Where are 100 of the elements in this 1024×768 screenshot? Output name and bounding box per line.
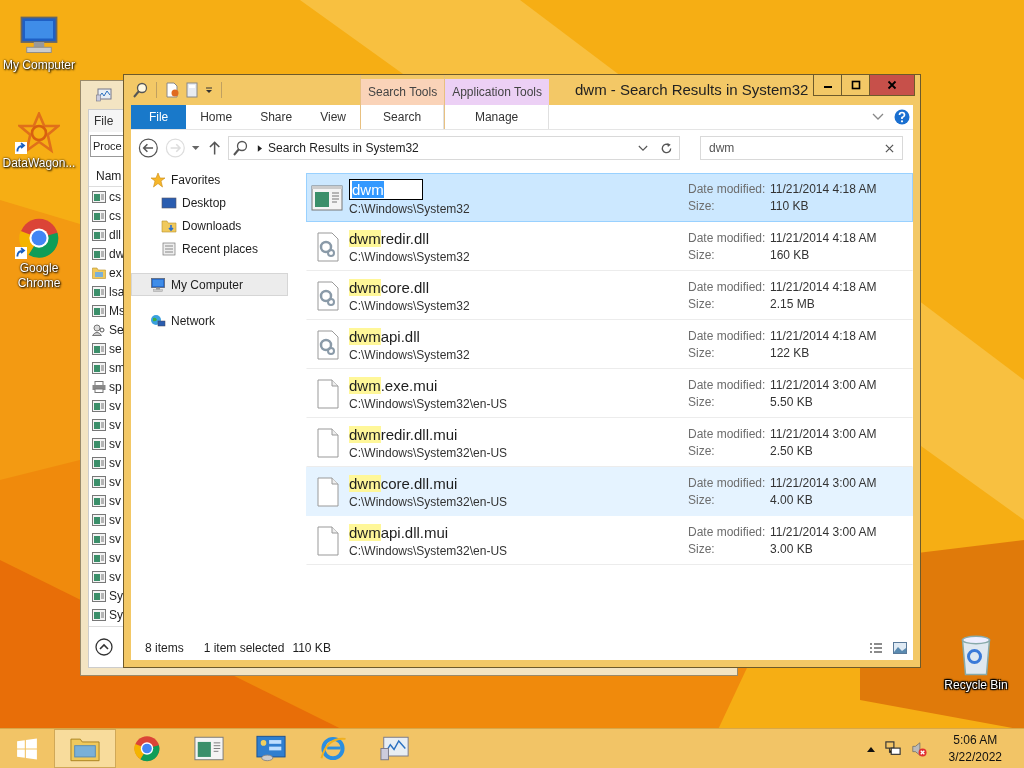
selection-info: 1 item selected bbox=[203, 641, 285, 655]
collapse-icon[interactable] bbox=[95, 638, 113, 656]
column-header[interactable]: Nam bbox=[89, 166, 122, 187]
window-icon bbox=[92, 608, 106, 621]
process-name[interactable]: sp bbox=[109, 379, 122, 394]
file-name[interactable]: dwmcore.dll bbox=[349, 277, 430, 297]
caret-icon[interactable] bbox=[204, 85, 214, 95]
file-path: C:\Windows\System32\en-US bbox=[349, 494, 509, 510]
file-name[interactable]: dwmredir.dll bbox=[349, 228, 430, 248]
process-name[interactable]: se bbox=[109, 341, 122, 356]
file-name[interactable]: dwmredir.dll.mui bbox=[349, 424, 458, 444]
date-label: Date modified: bbox=[688, 476, 767, 490]
ribbon-tab[interactable]: View bbox=[306, 105, 360, 129]
date-value: 11/21/2014 4:18 AM bbox=[770, 280, 878, 294]
dropdown[interactable]: Proce bbox=[90, 135, 123, 157]
clear-icon[interactable] bbox=[885, 143, 894, 153]
browser-icon[interactable] bbox=[18, 217, 60, 259]
ribbon-tab[interactable]: Share bbox=[246, 105, 307, 129]
process-name[interactable]: sv bbox=[109, 417, 121, 432]
file-tab[interactable]: File bbox=[131, 105, 187, 129]
caret-icon[interactable] bbox=[191, 143, 201, 153]
ribbon-tab[interactable]: Manage bbox=[445, 105, 548, 129]
file-row[interactable]: dwmapi.dll C:\Windows\System32 Date modified: 11/21/2014 4:18 AM Size: 122 KB bbox=[306, 320, 913, 369]
speaker-muted-icon[interactable] bbox=[910, 740, 927, 757]
window-icon bbox=[92, 494, 106, 507]
file-name[interactable]: dwmcore.dll.mui bbox=[349, 473, 458, 493]
date-value: 11/21/2014 4:18 AM bbox=[770, 231, 878, 245]
file-name[interactable]: dwm.exe.mui bbox=[349, 375, 438, 395]
clock-time[interactable]: 5:06 AM bbox=[953, 731, 998, 749]
size-value: 4.00 KB bbox=[770, 493, 814, 507]
network-icon[interactable] bbox=[884, 740, 901, 757]
details-view-icon[interactable] bbox=[869, 642, 883, 654]
chevron-down-icon[interactable] bbox=[872, 113, 884, 121]
size-value: 110 KB bbox=[770, 199, 810, 213]
process-name[interactable]: Se bbox=[109, 322, 124, 337]
star-emblem-icon[interactable] bbox=[18, 112, 60, 154]
size-label: Size: bbox=[688, 395, 716, 409]
file-row[interactable]: dwmcore.dll C:\Windows\System32 Date modified: 11/21/2014 4:18 AM Size: 2.15 MB bbox=[306, 271, 913, 320]
help-icon[interactable] bbox=[894, 109, 910, 125]
address-bar[interactable]: Search Results in System32 bbox=[228, 136, 680, 160]
show-hidden-icon[interactable] bbox=[866, 745, 875, 752]
process-name[interactable]: sv bbox=[109, 512, 121, 527]
close-button[interactable] bbox=[869, 75, 915, 96]
file-path: C:\Windows\System32 bbox=[349, 201, 471, 217]
process-name[interactable]: Sy bbox=[109, 588, 123, 603]
nav-item[interactable]: My Computer bbox=[131, 273, 288, 296]
forward-icon bbox=[164, 137, 186, 159]
process-name[interactable]: sv bbox=[109, 531, 121, 546]
process-name[interactable]: cs bbox=[109, 189, 121, 204]
process-name[interactable]: sv bbox=[109, 474, 121, 489]
up-arrow-icon[interactable] bbox=[208, 140, 220, 156]
refresh-icon[interactable] bbox=[660, 141, 673, 155]
process-name[interactable]: cs bbox=[109, 208, 121, 223]
file-row[interactable]: dwm.exe.mui C:\Windows\System32\en-US Date modified: 11/21/2014 3:00 AM Size: 5.50 KB bbox=[306, 369, 913, 418]
process-name[interactable]: dll bbox=[109, 227, 121, 242]
nav-item[interactable]: Downloads bbox=[131, 214, 288, 237]
document-check-icon[interactable] bbox=[164, 82, 180, 98]
minimize-button[interactable] bbox=[813, 75, 842, 96]
process-name[interactable]: sv bbox=[109, 550, 121, 565]
file-name[interactable]: dwmapi.dll.mui bbox=[349, 522, 449, 542]
back-icon[interactable] bbox=[138, 137, 159, 159]
file-path: C:\Windows\System32\en-US bbox=[349, 396, 509, 412]
nav-item[interactable]: Desktop bbox=[131, 191, 288, 214]
file-row[interactable]: dwm C:\Windows\System32 Date modified: 11/21/2014 4:18 AM Size: 110 KB bbox=[306, 173, 913, 222]
window-icon bbox=[92, 190, 106, 203]
file-row[interactable]: dwmcore.dll.mui C:\Windows\System32\en-US Date modified: 11/21/2014 3:00 AM Size: 4.00 KB bbox=[306, 467, 913, 516]
ribbon-tab[interactable]: Search bbox=[361, 105, 444, 129]
process-name[interactable]: sv bbox=[109, 398, 121, 413]
file-row[interactable]: dwmapi.dll.mui C:\Windows\System32\en-US Date modified: 11/21/2014 3:00 AM Size: 3.00 KB bbox=[306, 516, 913, 565]
process-name[interactable]: sv bbox=[109, 493, 121, 508]
computer-icon[interactable] bbox=[18, 14, 60, 56]
process-name[interactable]: lsa bbox=[109, 284, 125, 299]
taskbar-button[interactable] bbox=[54, 729, 116, 768]
thumbnail-view-icon[interactable] bbox=[893, 642, 907, 654]
nav-item[interactable]: Recent places bbox=[131, 237, 288, 260]
chevron-down-icon[interactable] bbox=[638, 144, 648, 152]
nav-item[interactable]: Favorites bbox=[131, 168, 288, 191]
search-field[interactable]: dwm bbox=[700, 136, 903, 160]
window-title: dwm - Search Results in System32 bbox=[575, 81, 809, 98]
menu-item[interactable]: File bbox=[94, 114, 114, 128]
address-text: Search Results in System32 bbox=[268, 141, 420, 155]
process-name[interactable]: Sy bbox=[109, 607, 123, 622]
globe-icon bbox=[150, 312, 166, 329]
search-icon[interactable] bbox=[133, 82, 149, 98]
file-path: C:\Windows\System32\en-US bbox=[349, 445, 509, 461]
process-name[interactable]: sv bbox=[109, 569, 121, 584]
clock-date[interactable]: 3/22/2022 bbox=[948, 748, 1002, 766]
file-name[interactable]: dwmapi.dll bbox=[349, 326, 420, 346]
date-label: Date modified: bbox=[688, 329, 767, 343]
date-label: Date modified: bbox=[688, 378, 767, 392]
window-icon bbox=[92, 570, 106, 583]
process-name[interactable]: sv bbox=[109, 455, 121, 470]
window-icon bbox=[92, 589, 106, 602]
process-name[interactable]: sv bbox=[109, 436, 121, 451]
size-label: Size: bbox=[688, 248, 716, 262]
nav-item[interactable]: Network bbox=[131, 309, 288, 332]
ribbon-tab[interactable]: Home bbox=[186, 105, 247, 129]
file-row[interactable]: dwmredir.dll C:\Windows\System32 Date modified: 11/21/2014 4:18 AM Size: 160 KB bbox=[306, 222, 913, 271]
process-name[interactable]: ex bbox=[109, 265, 122, 280]
date-value: 11/21/2014 3:00 AM bbox=[770, 525, 878, 539]
